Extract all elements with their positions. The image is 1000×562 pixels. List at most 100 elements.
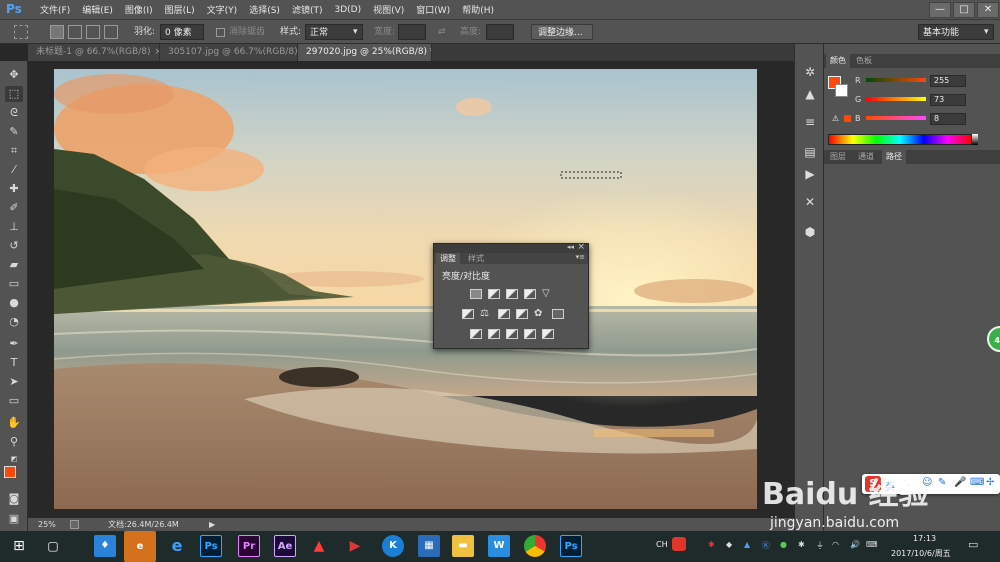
refine-edge-button[interactable]: 调整边缘... [531,24,593,40]
eyedropper-tool-icon[interactable]: ⁄ [5,162,23,178]
tray-k-icon[interactable]: Ⓚ [762,540,770,551]
healing-brush-tool-icon[interactable]: ✚ [5,181,23,197]
sogou-tray-icon[interactable] [672,537,686,551]
tab-adjustments[interactable]: 调整 [436,253,460,264]
quick-mask-icon[interactable]: ◙ [5,491,23,507]
antialias-checkbox[interactable] [216,28,225,37]
tab-305107[interactable]: 305107.jpg @ 66.7%(RGB/8)× [160,44,298,61]
media-player-icon[interactable]: ▶ [344,535,366,557]
canvas-area[interactable] [28,61,794,518]
zoom-tool-icon[interactable]: ⚲ [5,434,23,450]
menu-help[interactable]: 帮助(H) [462,3,494,16]
path-select-tool-icon[interactable]: ➤ [5,374,23,390]
menu-layer[interactable]: 图层(L) [165,3,195,16]
menu-edit[interactable]: 编辑(E) [82,3,113,16]
zoom-level[interactable]: 25% [38,518,56,531]
file-manager-icon[interactable]: ▦ [418,535,440,557]
foreground-color-swatch[interactable] [4,466,16,478]
panel-menu-icon[interactable]: ▾≡ [576,253,585,261]
collapse-icon[interactable]: ◂◂ [567,243,574,251]
height-input[interactable] [486,24,514,40]
photoshop-icon[interactable]: Ps [200,535,222,557]
hand-tool-icon[interactable]: ✋ [5,415,23,431]
panel-titlebar[interactable]: ◂◂ × [434,242,588,253]
navigator-icon[interactable]: ✲ [802,64,818,80]
histogram-icon[interactable]: ▲ [802,86,818,102]
b-slider[interactable] [866,116,926,120]
tray-update-icon[interactable]: ▲ [744,540,750,549]
adjustments-panel[interactable]: ◂◂ × 调整 样式 ▾≡ 亮度/对比度 ▽ ⚖ ✿ [433,242,589,349]
move-tool-icon[interactable]: ✥ [5,67,23,83]
status-menu-arrow-icon[interactable]: ▶ [209,518,215,531]
screen-mode-icon[interactable]: ▣ [5,511,23,527]
premiere-icon[interactable]: Pr [238,535,260,557]
clone-stamp-tool-icon[interactable]: ⊥ [5,219,23,235]
pen-tool-icon[interactable]: ✒ [5,336,23,352]
quick-select-tool-icon[interactable]: ✎ [5,124,23,140]
folder-icon[interactable]: ▬ [452,535,474,557]
default-colors-icon[interactable]: ◩ [5,451,23,467]
beach-sunset-photo[interactable] [54,69,757,509]
close-button[interactable]: ✕ [977,2,999,18]
vibrance-icon[interactable]: ▽ [542,289,554,299]
menu-type[interactable]: 文字(Y) [207,3,238,16]
menu-3d[interactable]: 3D(D) [334,5,361,15]
g-value[interactable]: 73 [930,94,966,106]
width-input[interactable] [398,24,426,40]
tab-paths[interactable]: 路径 [882,150,906,164]
wifi-icon[interactable]: ◠ [832,540,839,549]
hue-saturation-icon[interactable] [462,309,474,319]
levels-icon[interactable] [488,289,500,299]
gamut-swatch[interactable] [844,115,851,122]
tray-usb-icon[interactable]: ⏚ [816,540,824,551]
tab-swatches[interactable]: 色板 [852,54,876,68]
selective-color-icon[interactable] [542,329,554,339]
store-icon[interactable]: ♦ [94,535,116,557]
color-balance-icon[interactable]: ⚖ [480,309,492,319]
menu-file[interactable]: 文件(F) [40,3,70,16]
eraser-tool-icon[interactable]: ▰ [5,257,23,273]
history-icon[interactable]: ▤ [802,144,818,160]
photo-filter-icon[interactable] [516,309,528,319]
word-app-icon[interactable]: W [488,535,510,557]
black-white-icon[interactable] [498,309,510,319]
keyboard-tray-icon[interactable]: ⌨ [866,540,878,549]
actions-icon[interactable]: ▶ [802,166,818,182]
tab-layers[interactable]: 图层 [826,150,850,164]
action-center-icon[interactable]: ▭ [968,538,978,551]
tab-channels[interactable]: 通道 [854,150,878,164]
tray-green-icon[interactable]: ● [780,540,787,549]
bw-ramp[interactable] [972,134,978,145]
menu-image[interactable]: 图像(I) [125,3,153,16]
photoshop-active-icon[interactable]: Ps [560,535,582,557]
tray-bluetooth-icon[interactable]: ✱ [798,540,805,549]
channel-mixer-icon[interactable]: ✿ [534,309,546,319]
rect-marquee-tool-icon[interactable]: ⬚ [5,86,23,102]
minimize-button[interactable]: — [929,2,951,18]
warning-icon[interactable]: ⚠ [832,114,839,123]
r-value[interactable]: 255 [930,75,966,87]
background-color-swatch[interactable] [835,84,848,97]
menu-view[interactable]: 视图(V) [373,3,404,16]
share-icon[interactable] [70,520,79,529]
close-icon[interactable]: × [577,242,585,252]
add-selection-icon[interactable] [68,25,82,39]
crop-tool-icon[interactable]: ⌗ [5,143,23,159]
color-spectrum-bar[interactable] [828,134,972,145]
gradient-tool-icon[interactable]: ▭ [5,276,23,292]
exposure-icon[interactable] [524,289,536,299]
acrobat-icon[interactable]: ▲ [308,535,330,557]
marquee-tool-preset-icon[interactable] [14,25,28,39]
3d-icon[interactable]: ⬢ [802,224,818,240]
g-slider[interactable] [866,97,926,101]
volume-icon[interactable]: 🔊 [850,540,860,549]
new-selection-icon[interactable] [50,25,64,39]
k-app-icon[interactable]: K [382,535,404,557]
after-effects-icon[interactable]: Ae [274,535,296,557]
input-lang[interactable]: CH [656,540,668,549]
tray-shield-icon[interactable]: ◆ [726,540,732,549]
maximize-button[interactable]: □ [953,2,975,18]
rectangle-tool-icon[interactable]: ▭ [5,393,23,409]
tab-297020[interactable]: 297020.jpg @ 25%(RGB/8) *× [298,44,432,61]
swap-icon[interactable]: ⇄ [438,24,446,40]
